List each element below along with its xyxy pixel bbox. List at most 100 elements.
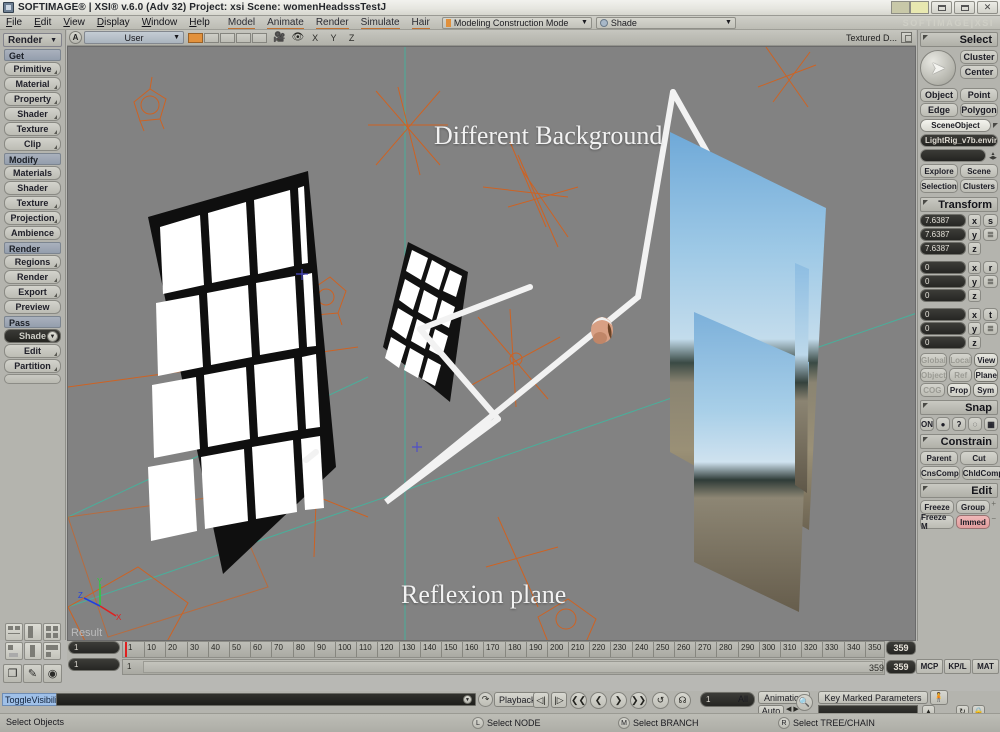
shade-toggle-4[interactable]: [236, 32, 251, 43]
constrain-parent-button[interactable]: Parent: [920, 451, 958, 465]
menu-file[interactable]: File: [0, 16, 28, 29]
rotate-z-input[interactable]: 0: [920, 289, 966, 302]
select-tool-button[interactable]: ➤: [920, 50, 956, 86]
rotate-z-axis-label[interactable]: z: [968, 289, 981, 302]
select-cluster-button[interactable]: Cluster: [960, 50, 998, 64]
btn-preview[interactable]: Preview: [4, 300, 61, 314]
viewport-camera-select[interactable]: User ▼: [84, 31, 184, 44]
scale-options-button[interactable]: ≣: [983, 228, 998, 241]
color-swatch-1[interactable]: [891, 1, 910, 14]
clusters-button[interactable]: Clusters: [960, 179, 998, 193]
rotate-options-button[interactable]: ≣: [983, 275, 998, 288]
edit-plus-icon[interactable]: +: [991, 499, 996, 508]
character-key-icon[interactable]: 🧍: [930, 690, 948, 705]
constrain-cnscomp-button[interactable]: CnsComp: [920, 466, 960, 480]
btn-texture[interactable]: Texture: [4, 122, 61, 136]
step-forward-icon[interactable]: |▷: [551, 692, 567, 708]
select-center-button[interactable]: Center: [960, 65, 998, 79]
layout-icon-2[interactable]: [24, 623, 42, 641]
menu-module-simulate[interactable]: Simulate: [355, 16, 406, 29]
menu-help[interactable]: Help: [183, 16, 216, 29]
btn-property[interactable]: Property: [4, 92, 61, 106]
snap-curve-icon[interactable]: ʔ: [952, 417, 966, 431]
btn-modify-shader[interactable]: Shader: [4, 181, 61, 195]
chevron-down-icon[interactable]: ▼: [463, 695, 472, 704]
btn-render[interactable]: Render: [4, 270, 61, 284]
viewport-3d[interactable]: Different Background Reflexion plane Res…: [67, 46, 916, 641]
btn-materials[interactable]: Materials: [4, 166, 61, 180]
shade-toggle-3[interactable]: [220, 32, 235, 43]
palette-icon[interactable]: ◉: [43, 664, 62, 683]
selection-button[interactable]: Selection: [920, 179, 958, 193]
display-mode-select[interactable]: Shade ▼: [595, 16, 736, 29]
close-button[interactable]: ✕: [977, 1, 998, 14]
transform-sym-button[interactable]: Sym: [973, 383, 999, 397]
shade-toggle-1[interactable]: [188, 32, 203, 43]
layout-icon-3[interactable]: [43, 623, 61, 641]
btn-partition[interactable]: Partition: [4, 359, 61, 373]
panel-header-select[interactable]: Select: [920, 32, 998, 47]
timeline-range-bar[interactable]: 1: [122, 659, 885, 675]
menu-view[interactable]: View: [57, 16, 91, 29]
magnifier-icon[interactable]: 🔍: [796, 694, 813, 711]
scene-object-menu-icon[interactable]: [993, 123, 998, 128]
snap-rotate-icon[interactable]: ◌: [968, 417, 982, 431]
menu-module-hair[interactable]: Hair: [406, 16, 436, 29]
step-back-icon[interactable]: ◁|: [533, 692, 549, 708]
command-input[interactable]: ▼: [56, 693, 476, 706]
panel-header-edit[interactable]: Edit: [920, 483, 998, 498]
selection-spinner[interactable]: ▲ ◀▶: [988, 151, 998, 160]
tab-kpl[interactable]: KP/L: [944, 659, 971, 674]
transform-view-button[interactable]: View: [974, 353, 999, 367]
layers-icon[interactable]: ❐: [3, 664, 22, 683]
key-marked-parameters-button[interactable]: Key Marked Parameters: [818, 691, 928, 704]
snap-point-icon[interactable]: ●: [936, 417, 950, 431]
menu-display[interactable]: Display: [91, 16, 136, 29]
rotate-x-input[interactable]: 0: [920, 261, 966, 274]
edit-group-button[interactable]: Group: [956, 500, 990, 514]
panel-header-constrain[interactable]: Constrain: [920, 434, 998, 449]
transform-local-button[interactable]: Local: [948, 353, 973, 367]
tab-mcp[interactable]: MCP: [916, 659, 943, 674]
scale-x-axis-label[interactable]: x: [968, 214, 981, 227]
btn-material[interactable]: Material: [4, 77, 61, 91]
scene-button[interactable]: Scene: [960, 164, 998, 178]
lightrig-field[interactable]: LightRig_v7b.environr: [920, 134, 998, 147]
edit-freezem-button[interactable]: Freeze M: [920, 513, 954, 531]
edit-freeze-button[interactable]: Freeze: [920, 500, 954, 514]
undo-redo-icon[interactable]: ↷: [478, 692, 493, 707]
rotate-x-axis-label[interactable]: x: [968, 261, 981, 274]
layout-icon-5[interactable]: [24, 642, 42, 660]
layout-icon-6[interactable]: [43, 642, 61, 660]
rotate-y-input[interactable]: 0: [920, 275, 966, 288]
selection-field[interactable]: [920, 149, 986, 162]
translate-mode-button[interactable]: t: [983, 308, 998, 321]
transform-plane-button[interactable]: Plane: [974, 368, 998, 382]
snap-grid-icon[interactable]: ▦: [984, 417, 998, 431]
timeline-end-frame[interactable]: 359: [886, 641, 916, 655]
pen-icon[interactable]: ✎: [23, 664, 42, 683]
layout-icon-1[interactable]: [5, 623, 23, 641]
transform-global-button[interactable]: Global: [920, 353, 947, 367]
snap-on-button[interactable]: ON: [920, 417, 934, 431]
translate-options-button[interactable]: ≣: [983, 322, 998, 335]
shade-toggle-2[interactable]: [204, 32, 219, 43]
scale-z-input[interactable]: 7.6387: [920, 242, 966, 255]
layout-icon-4[interactable]: [5, 642, 23, 660]
timeline-ruler[interactable]: 1 10 20 30 40 50 60 70 80 90 100 110 120 130 140 150 16…: [122, 641, 885, 658]
btn-export[interactable]: Export: [4, 285, 61, 299]
maximize-button[interactable]: [954, 1, 975, 14]
menu-module-animate[interactable]: Animate: [261, 16, 310, 29]
menu-edit[interactable]: Edit: [28, 16, 57, 29]
panel-header-transform[interactable]: Transform: [920, 197, 998, 212]
play-icon[interactable]: ❯: [610, 692, 627, 709]
select-point-button[interactable]: Point: [960, 88, 998, 102]
scene-object-field[interactable]: SceneObject: [920, 119, 991, 132]
menu-module-model[interactable]: Model: [222, 16, 261, 29]
shade-toggle-5[interactable]: [252, 32, 267, 43]
scale-x-input[interactable]: 7.6387: [920, 214, 966, 227]
tab-mat[interactable]: MAT: [972, 659, 999, 674]
transform-cog-button[interactable]: COG: [920, 383, 945, 397]
color-swatch-2[interactable]: [910, 1, 929, 14]
constrain-chldcomp-button[interactable]: ChldComp: [961, 466, 1000, 480]
